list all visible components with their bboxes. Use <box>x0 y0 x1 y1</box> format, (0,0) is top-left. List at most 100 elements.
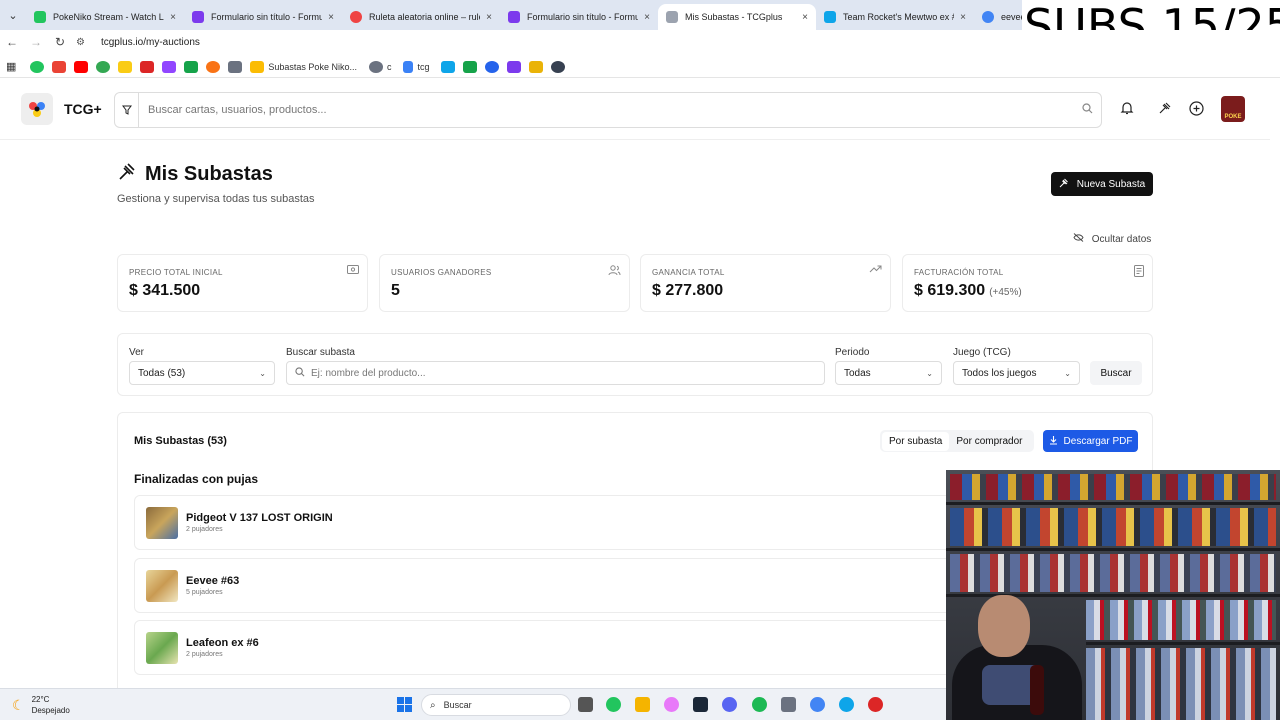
tab-close-icon[interactable]: × <box>328 12 334 23</box>
taskbar-discord-icon[interactable] <box>722 697 737 712</box>
filter-icon[interactable] <box>115 93 139 127</box>
section-title-finished: Finalizadas con pujas <box>134 472 259 486</box>
add-circle-icon[interactable] <box>1189 101 1204 119</box>
tab-favicon-icon <box>34 11 46 23</box>
bookmark-drive-icon[interactable] <box>250 60 265 73</box>
tab-mewtwo[interactable]: Team Rocket's Mewtwo ex #21 × <box>816 4 974 30</box>
taskbar-calculator-icon[interactable] <box>781 697 796 712</box>
bookmark-icon[interactable] <box>140 60 155 73</box>
bookmark-sheets-icon[interactable] <box>463 60 478 73</box>
bookmark-icon[interactable] <box>529 60 544 73</box>
stat-card-total-profit: GANANCIA TOTAL $ 277.800 <box>640 254 891 312</box>
forward-icon[interactable]: → <box>24 35 48 49</box>
bookmark-icon[interactable] <box>441 60 456 73</box>
tab-close-icon[interactable]: × <box>486 12 492 23</box>
tab-favicon-icon <box>982 11 994 23</box>
bookmark-whatsapp-icon[interactable] <box>30 60 45 73</box>
tab-search-chevron-icon[interactable]: ⌄ <box>0 9 26 22</box>
reload-icon[interactable]: ↻ <box>48 35 72 49</box>
product-boxes <box>950 554 1276 592</box>
taskbar-steam-icon[interactable] <box>693 697 708 712</box>
url-field[interactable]: tcgplus.io/my-auctions <box>101 37 200 48</box>
taskbar-app-icon[interactable] <box>868 697 883 712</box>
bookmark-maps-icon[interactable] <box>96 60 111 73</box>
taskbar-copilot-icon[interactable] <box>664 697 679 712</box>
global-search <box>114 92 1102 128</box>
taskbar-edge-icon[interactable] <box>839 697 854 712</box>
taskbar-files-icon[interactable] <box>635 697 650 712</box>
weather-widget[interactable]: ☾ 22°C Despejado <box>12 694 70 716</box>
bookmark-icon[interactable] <box>368 60 383 73</box>
game-filter-label: Juego (TCG) <box>953 347 1011 358</box>
tab-close-icon[interactable]: × <box>170 12 176 23</box>
search-auction-input[interactable] <box>311 367 791 379</box>
bookmark-icon[interactable] <box>228 60 243 73</box>
tab-close-icon[interactable]: × <box>644 12 650 23</box>
period-filter-select[interactable]: Todas ⌄ <box>835 361 942 385</box>
bookmark-gmail-icon[interactable] <box>52 60 67 73</box>
bookmark-icon[interactable] <box>551 60 566 73</box>
back-icon[interactable]: ← <box>0 35 24 49</box>
taskbar-app-icon[interactable] <box>578 697 593 712</box>
weather-temperature: 22°C <box>31 695 50 704</box>
bookmark-tcg[interactable]: tcg <box>417 62 429 72</box>
bookmark-youtube-icon[interactable] <box>74 60 89 73</box>
user-avatar[interactable]: POKE <box>1221 96 1245 122</box>
search-icon[interactable] <box>1073 103 1101 117</box>
site-info-icon[interactable]: ⚙ <box>76 37 85 48</box>
apps-grid-icon[interactable]: ▦ <box>6 60 16 73</box>
tab-pokeniko[interactable]: PokeNiko Stream - Watch Live × <box>26 4 184 30</box>
hide-data-toggle[interactable]: Ocultar datos <box>1073 233 1151 245</box>
gavel-icon[interactable] <box>1158 101 1172 118</box>
view-filter-select[interactable]: Todas (53) ⌄ <box>129 361 275 385</box>
game-filter-select[interactable]: Todos los juegos ⌄ <box>953 361 1080 385</box>
notifications-bell-icon[interactable] <box>1120 101 1134 118</box>
tab-ruleta[interactable]: Ruleta aleatoria online – ruleta × <box>342 4 500 30</box>
tab-favicon-icon <box>192 11 204 23</box>
stat-percent-change: (+45%) <box>989 287 1022 298</box>
tab-mis-subastas[interactable]: Mis Subastas - TCGplus × <box>658 4 816 30</box>
bookmark-subastas[interactable]: Subastas Poke Niko... <box>268 62 357 72</box>
filters-panel: Ver Todas (53) ⌄ Buscar subasta Periodo … <box>117 333 1153 396</box>
tcgplus-logo-icon[interactable] <box>21 93 53 125</box>
game-filter-value: Todos los juegos <box>962 367 1037 379</box>
tab-close-icon[interactable]: × <box>960 12 966 23</box>
tab-close-icon[interactable]: × <box>802 12 808 23</box>
eye-off-icon <box>1073 233 1087 245</box>
download-pdf-button[interactable]: Descargar PDF <box>1043 430 1138 452</box>
chevron-down-icon: ⌄ <box>1064 368 1071 378</box>
taskbar-whatsapp-icon[interactable] <box>606 697 621 712</box>
stat-card-initial-price: PRECIO TOTAL INICIAL $ 341.500 <box>117 254 368 312</box>
tab-favicon-icon <box>350 11 362 23</box>
taskbar-search[interactable]: ⌕ Buscar <box>421 694 571 716</box>
toggle-by-auction[interactable]: Por subasta <box>882 431 950 451</box>
toggle-by-buyer[interactable]: Por comprador <box>949 432 1029 451</box>
tab-formulario-2[interactable]: Formulario sin título - Formular × <box>500 4 658 30</box>
search-auction-field <box>286 361 825 385</box>
bookmark-icon[interactable] <box>118 60 133 73</box>
tab-label: Ruleta aleatoria online – ruleta <box>369 12 481 22</box>
trend-up-icon <box>869 265 882 276</box>
stat-label: FACTURACIÓN TOTAL <box>914 268 1004 277</box>
search-button[interactable]: Buscar <box>1090 361 1142 385</box>
bookmark-icon[interactable] <box>206 60 221 73</box>
shelf <box>946 548 1280 551</box>
new-auction-button[interactable]: Nueva Subasta <box>1051 172 1153 196</box>
bookmark-icon[interactable] <box>507 60 522 73</box>
tab-formulario-1[interactable]: Formulario sin título - Formular × <box>184 4 342 30</box>
tab-label: Formulario sin título - Formular <box>211 12 323 22</box>
view-filter-value: Todas (53) <box>138 367 186 379</box>
windows-start-icon[interactable] <box>397 697 412 712</box>
auction-name: Eevee #63 <box>186 575 240 587</box>
bookmark-twitch-icon[interactable] <box>162 60 177 73</box>
bookmark-c[interactable]: c <box>387 62 392 72</box>
global-search-input[interactable] <box>139 104 1073 116</box>
bookmark-icon[interactable] <box>184 60 199 73</box>
taskbar-spotify-icon[interactable] <box>752 697 767 712</box>
card-thumbnail <box>146 632 178 664</box>
bookmark-icon[interactable] <box>403 60 414 73</box>
bookmark-icon[interactable] <box>485 60 500 73</box>
taskbar-chrome-icon[interactable] <box>810 697 825 712</box>
app-logo-text[interactable]: TCG+ <box>64 101 102 117</box>
search-icon: ⌕ <box>430 699 436 711</box>
